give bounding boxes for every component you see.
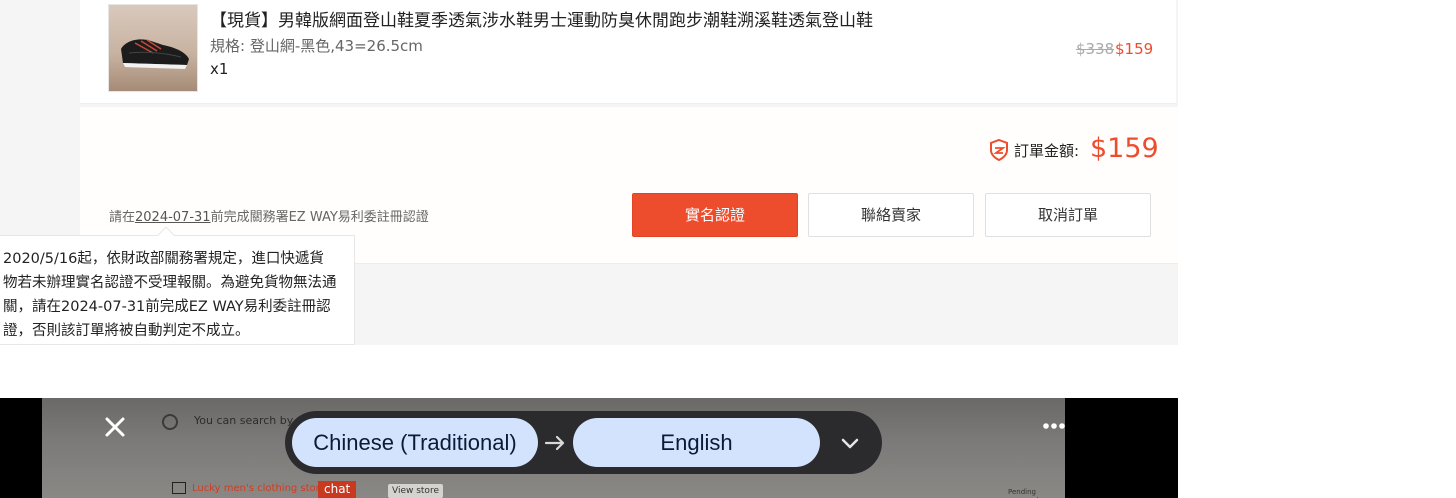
cancel-order-button[interactable]: 取消訂單: [985, 193, 1151, 237]
language-selector-bar: Chinese (Traditional) English: [285, 411, 882, 474]
tooltip-text: 2020/5/16起，依財政部關務署規定，進口快遞貨物若未辦理實名認證不受理報關…: [3, 251, 337, 339]
feed-pending-label: Pending payment: [1008, 488, 1039, 498]
feed-store-label: Lucky men's clothing storexy: [192, 483, 338, 494]
verify-identity-button[interactable]: 實名認證: [632, 193, 798, 237]
notice-suffix: 前完成關務署EZ WAY易利委註冊認證: [210, 210, 429, 225]
feed-chat-label: chat: [318, 481, 357, 498]
close-icon[interactable]: [102, 414, 128, 440]
contact-seller-button[interactable]: 聯絡賣家: [808, 193, 974, 237]
feed-view-store-label: View store: [388, 484, 443, 498]
shoe-image: [121, 39, 189, 69]
notice-tooltip: 2020/5/16起，依財政部關務署規定，進口快遞貨物若未辦理實名認證不受理報關…: [0, 226, 355, 345]
arrow-right-icon[interactable]: [541, 429, 569, 457]
notice-prefix: 請在: [109, 210, 136, 225]
verification-notice: 請在2024-07-31前完成關務署EZ WAY易利委註冊認證: [109, 206, 429, 225]
order-item-card: 【現貨】男韓版網面登山鞋夏季透氣涉水鞋男士運動防臭休閒跑步潮鞋溯溪鞋透氣登山鞋 …: [80, 0, 1176, 104]
store-icon: [172, 482, 186, 494]
blank-gap: [0, 345, 1178, 398]
product-quantity: x1: [210, 60, 229, 78]
sale-price: $159: [1115, 40, 1154, 58]
chevron-down-icon[interactable]: [838, 431, 862, 455]
more-options-icon[interactable]: [1041, 418, 1067, 434]
product-image[interactable]: [108, 4, 198, 92]
notice-deadline-link[interactable]: 2024-07-31: [135, 210, 211, 225]
original-price: $338: [1076, 40, 1115, 58]
feed-search-text: You can search by s: [194, 414, 303, 427]
feed-store-name: Lucky men's clothing storexy: [172, 482, 337, 494]
source-language-button[interactable]: Chinese (Traditional): [292, 418, 538, 467]
order-total-value: $159: [1090, 133, 1159, 164]
target-language-button[interactable]: English: [573, 418, 820, 467]
shield-icon: [990, 138, 1008, 162]
product-variant: 規格: 登山網-黑色,43=26.5cm: [210, 37, 423, 55]
order-total-label: 訂單金額:: [1014, 142, 1080, 160]
product-title[interactable]: 【現貨】男韓版網面登山鞋夏季透氣涉水鞋男士運動防臭休閒跑步潮鞋溯溪鞋透氣登山鞋: [210, 6, 873, 31]
feed-search-icon: [162, 414, 178, 430]
blank-area: [1178, 0, 1456, 498]
